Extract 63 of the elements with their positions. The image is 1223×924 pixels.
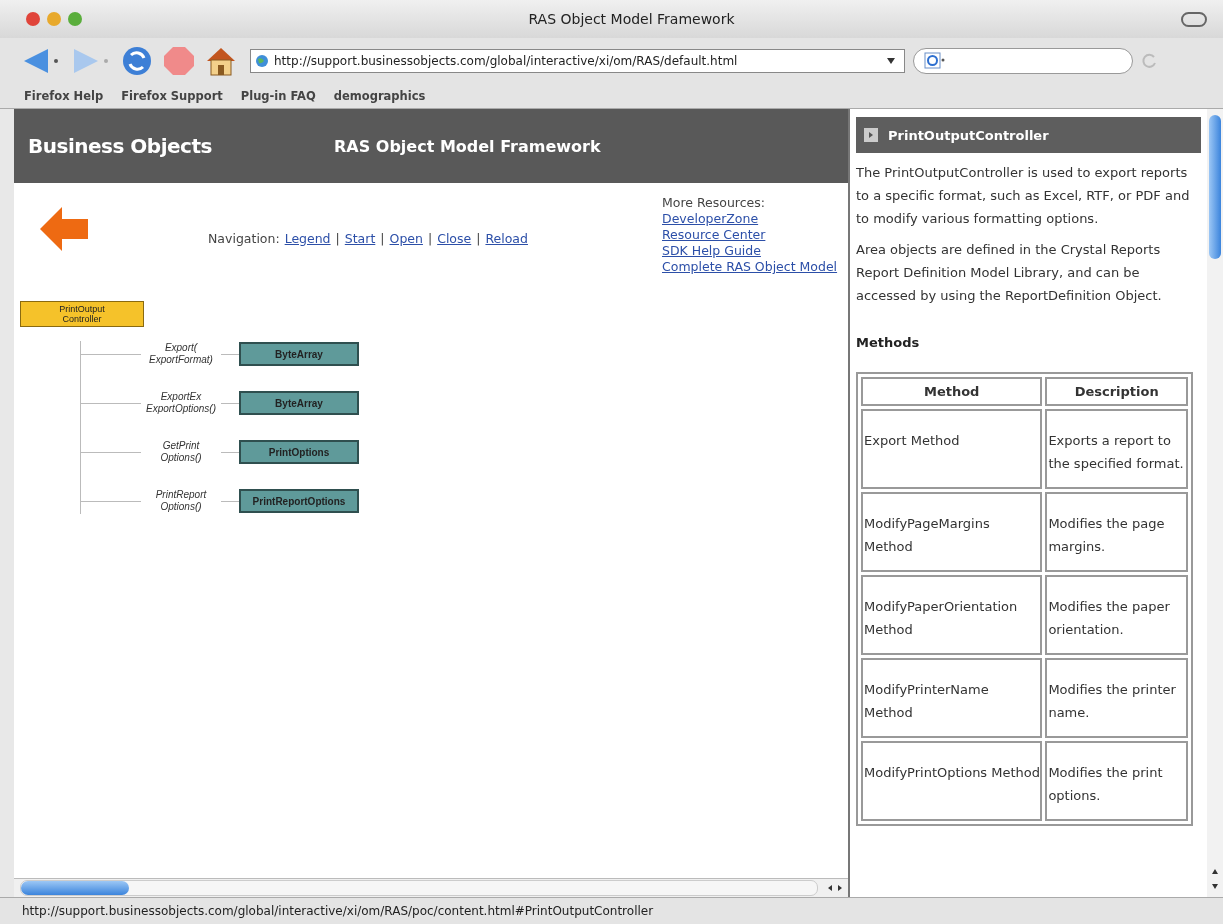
window-title: RAS Object Model Framework (527, 11, 736, 27)
search-engine-icon[interactable] (924, 52, 946, 70)
separator-text: | (427, 231, 433, 246)
page-title: RAS Object Model Framework (334, 136, 601, 156)
resource-link[interactable]: Resource Center (662, 227, 838, 243)
scroll-thumb[interactable] (21, 881, 129, 895)
table-cell: Modifies the paper orientation. (1045, 575, 1188, 655)
resources-label: More Resources: (662, 195, 766, 211)
company-logo: Business Objects (27, 134, 213, 158)
address-field[interactable]: http://support.businessobjects.com/global/interactive/xi/om/RAS/default.html (250, 49, 905, 73)
return-type-node[interactable]: ByteArray (239, 391, 359, 415)
navigation-link[interactable]: Start (344, 231, 376, 246)
navigation-link[interactable]: Legend (284, 231, 331, 246)
return-type-node[interactable]: PrintReportOptions (239, 489, 359, 513)
return-type-node[interactable]: ByteArray (239, 342, 359, 366)
table-cell: ModifyPrinterName Method (861, 658, 1043, 738)
status-text: http://support.businessobjects.com/global/interactive/xi/om/RAS/poc/content.html#PrintOutputController (22, 904, 654, 918)
dropdown-icon[interactable] (886, 57, 896, 65)
navigation-link[interactable]: Close (437, 231, 472, 246)
table-cell: Exports a report to the specified format. (1045, 409, 1188, 489)
navigation-link[interactable]: Open (389, 231, 423, 246)
description-paragraph: The PrintOutputController is used to export reports to a specific format, such as Excel, RTF, or PDF and to modify various formatting options. (856, 164, 1191, 228)
navigation-label: Navigation: (208, 231, 280, 246)
bookmark-link[interactable]: Firefox Help (24, 89, 104, 103)
resource-link[interactable]: DeveloperZone (662, 211, 838, 227)
toolbar-toggle-icon[interactable] (1181, 11, 1207, 27)
reload-icon[interactable] (120, 45, 154, 77)
stop-icon[interactable] (162, 45, 196, 77)
table-cell: Modifies the printer name. (1045, 658, 1188, 738)
bookmark-link[interactable]: Plug-in FAQ (240, 89, 316, 103)
navigation-link[interactable]: Reload (485, 231, 528, 246)
close-icon[interactable] (26, 12, 40, 26)
column-header: Method (861, 377, 1043, 406)
method-label: GetPrint Options() (159, 440, 203, 464)
globe-icon (255, 54, 269, 68)
section-heading: Methods (856, 335, 921, 350)
method-label: Export( ExportFormat) (148, 342, 214, 366)
return-type-node[interactable]: PrintOptions (239, 440, 359, 464)
panel-title: PrintOutputController (888, 127, 1049, 143)
method-label: ExportEx ExportOptions() (145, 391, 217, 415)
minimize-icon[interactable] (47, 12, 61, 26)
table-cell: ModifyPaperOrientation Method (861, 575, 1043, 655)
bookmark-link[interactable]: Firefox Support (121, 89, 223, 103)
expand-icon[interactable] (864, 128, 878, 142)
search-field[interactable] (913, 48, 1133, 74)
table-cell: Export Method (861, 409, 1043, 489)
description-paragraph: Area objects are defined in the Crystal Reports Report Definition Model Library, and can be accessed by using the ReportDefinition Object. (856, 241, 1163, 305)
table-cell: ModifyPageMargins Method (861, 492, 1043, 572)
class-node[interactable]: PrintOutput Controller (20, 301, 144, 327)
table-cell: ModifyPrintOptions Method (861, 741, 1043, 821)
scroll-thumb[interactable] (1209, 115, 1221, 259)
back-arrow-icon[interactable] (38, 205, 90, 253)
column-header: Description (1045, 377, 1188, 406)
zoom-icon[interactable] (68, 12, 82, 26)
resource-link[interactable]: Complete RAS Object Model (662, 259, 838, 275)
resource-link[interactable]: SDK Help Guide (662, 243, 838, 259)
bookmark-link[interactable]: demographics (333, 89, 426, 103)
separator-text: | (335, 231, 340, 246)
table-cell: Modifies the print options. (1045, 741, 1188, 821)
table-cell: Modifies the page margins. (1045, 492, 1188, 572)
separator-text: | (476, 231, 481, 246)
method-label: PrintReport Options() (154, 489, 208, 513)
separator-text: | (380, 231, 385, 246)
